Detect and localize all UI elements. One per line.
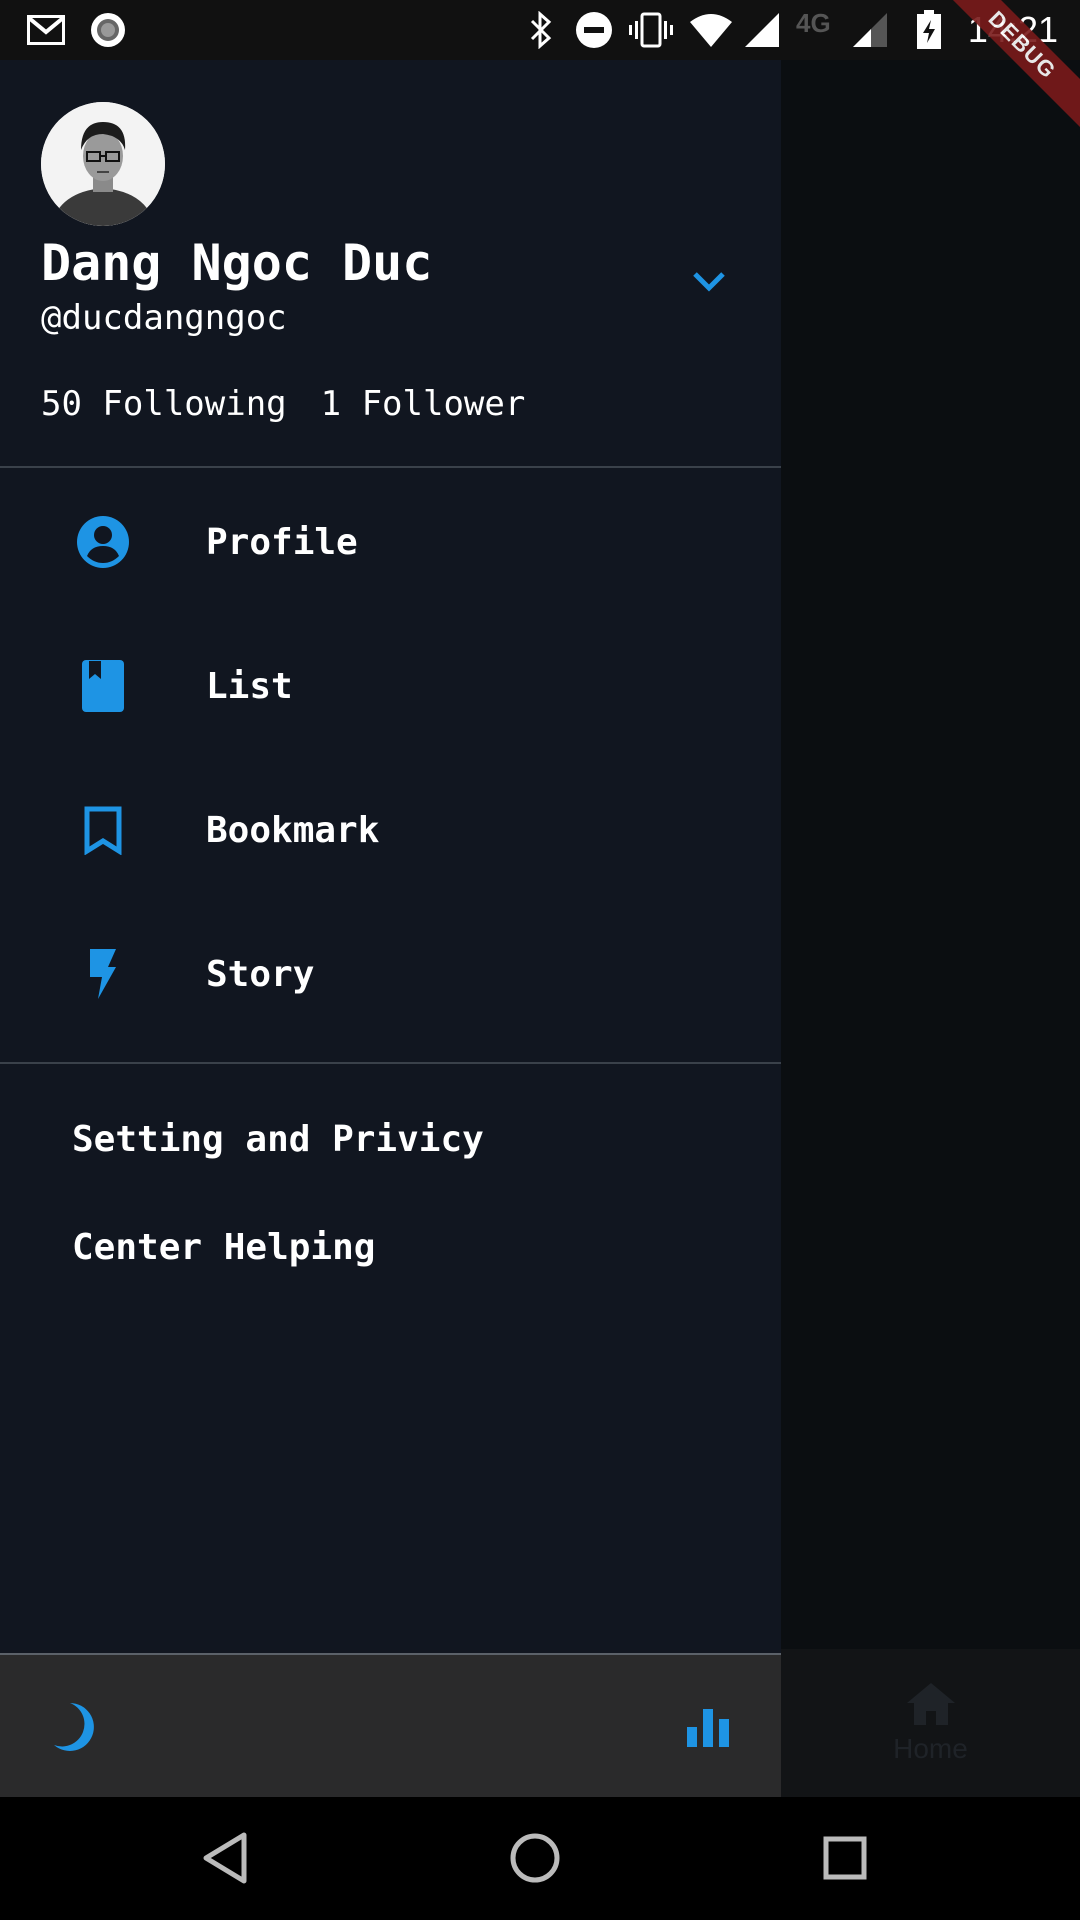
user-handle: @ducdangngoc: [41, 298, 287, 338]
avatar[interactable]: [41, 102, 165, 226]
account-switcher-button[interactable]: [684, 256, 734, 306]
recents-square-icon: [823, 1836, 867, 1880]
app-scrim[interactable]: [781, 60, 1080, 1797]
bar-chart-icon: [687, 1709, 729, 1747]
do-not-disturb-icon: [574, 10, 614, 50]
menu-item-story[interactable]: Story: [0, 902, 781, 1046]
bottom-navigation: Home: [781, 1649, 1080, 1797]
stats-button[interactable]: [676, 1695, 740, 1759]
status-bar: 4G 14:21: [0, 0, 1080, 60]
system-navigation-bar: [0, 1797, 1080, 1920]
book-icon: [72, 655, 134, 717]
follower-count[interactable]: 1 Follower: [321, 382, 526, 426]
home-circle-icon: [510, 1833, 560, 1883]
home-tab-label: Home: [893, 1733, 968, 1764]
help-center-link[interactable]: Center Helping: [72, 1224, 375, 1272]
signal-icon: [742, 10, 782, 50]
dark-mode-moon-icon: [54, 1703, 94, 1751]
menu-item-bookmark[interactable]: Bookmark: [0, 758, 781, 902]
following-count[interactable]: 50 Following: [41, 382, 287, 426]
home-icon: [906, 1683, 955, 1725]
back-button[interactable]: [190, 1823, 260, 1893]
debug-banner: DEBUG: [930, 0, 1080, 150]
debug-banner-label: DEBUG: [932, 0, 1080, 135]
menu-item-list[interactable]: List: [0, 614, 781, 758]
follow-stats: 50 Following 1 Follower: [41, 382, 525, 426]
chevron-down-icon: [693, 272, 725, 292]
bluetooth-icon: [526, 10, 556, 50]
recents-button[interactable]: [810, 1823, 880, 1893]
flash-icon: [72, 943, 134, 1005]
network-type-label: 4G: [796, 8, 831, 38]
menu-item-label: Bookmark: [206, 809, 380, 851]
settings-privacy-link[interactable]: Setting and Privicy: [72, 1116, 484, 1164]
back-triangle-icon: [203, 1832, 247, 1884]
signal-4g-icon: [850, 10, 890, 50]
navigation-drawer: Dang Ngoc Duc @ducdangngoc 50 Following …: [0, 60, 781, 1797]
divider: [0, 1062, 781, 1064]
user-name: Dang Ngoc Duc: [41, 234, 433, 292]
theme-toggle-button[interactable]: [42, 1695, 106, 1759]
menu-item-label: Story: [206, 953, 315, 995]
home-button[interactable]: [500, 1823, 570, 1893]
menu-item-label: List: [206, 665, 293, 707]
bookmark-icon: [72, 799, 134, 861]
gmail-icon: [26, 10, 66, 50]
menu-item-label: Profile: [206, 521, 358, 563]
menu-item-profile[interactable]: Profile: [0, 470, 781, 614]
drawer-footer: [0, 1653, 781, 1797]
account-circle-icon: [72, 511, 134, 573]
home-tab[interactable]: Home: [781, 1649, 1080, 1797]
divider: [0, 466, 781, 468]
vibrate-icon: [628, 10, 674, 50]
wifi-icon: [688, 10, 734, 50]
record-icon: [88, 10, 128, 50]
